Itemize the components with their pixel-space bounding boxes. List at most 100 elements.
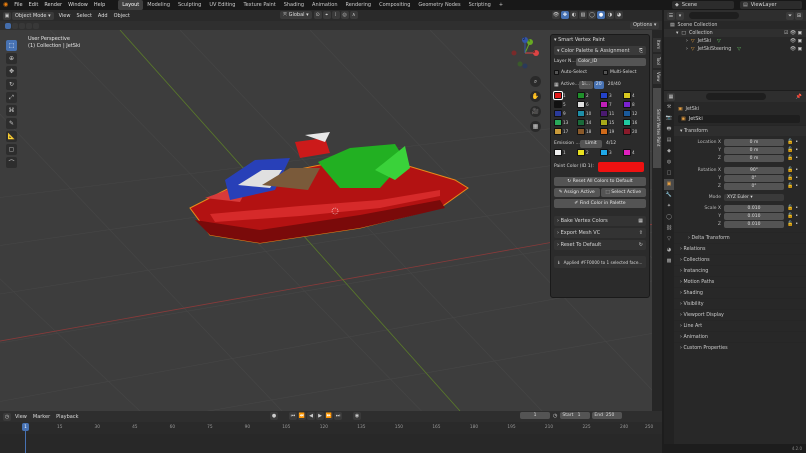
jump-start-icon[interactable]: ⏮ bbox=[289, 412, 297, 420]
pivot-icon[interactable]: ⊙ bbox=[313, 11, 322, 19]
next-keyframe-icon[interactable]: ⏩ bbox=[325, 412, 333, 420]
palette-swatch-5[interactable]: 5 bbox=[554, 101, 577, 108]
active-count-button[interactable]: 20 bbox=[593, 80, 604, 89]
keyframe-icon[interactable]: • bbox=[795, 183, 798, 189]
lock-icon[interactable]: 🔓 bbox=[787, 213, 793, 219]
palette-swatch-10[interactable]: 10 bbox=[577, 110, 600, 117]
properties-search-input[interactable] bbox=[706, 93, 766, 100]
modifier-tab-icon[interactable]: 🔧 bbox=[664, 190, 674, 201]
camera-view-icon[interactable]: 🎥 bbox=[530, 106, 541, 117]
palette-swatch-1[interactable]: 1 bbox=[553, 91, 577, 100]
emission-swatch-4[interactable]: 4 bbox=[623, 149, 646, 156]
tool-tab-icon[interactable]: ⚒ bbox=[664, 102, 674, 113]
keyframe-icon[interactable]: • bbox=[795, 167, 798, 173]
pin-icon[interactable]: 📌 bbox=[796, 94, 802, 100]
tab-rendering[interactable]: Rendering bbox=[342, 0, 376, 10]
extra-tool-icon[interactable]: ⌒ bbox=[6, 157, 17, 168]
location-z-field[interactable]: 0 m bbox=[724, 154, 784, 162]
constraints-tab-icon[interactable]: ⛓ bbox=[664, 223, 674, 234]
emission-swatch-2[interactable]: 2 bbox=[577, 149, 600, 156]
start-frame-field[interactable]: Start 1 bbox=[560, 412, 591, 419]
options-dropdown[interactable]: Options ▾ bbox=[630, 22, 660, 29]
visibility-icon[interactable]: 👁 bbox=[552, 11, 560, 19]
prev-keyframe-icon[interactable]: ⏪ bbox=[298, 412, 306, 420]
zoom-icon[interactable]: ⌕ bbox=[530, 76, 541, 87]
data-tab-icon[interactable]: ▽ bbox=[664, 234, 674, 245]
select-subtract-icon[interactable] bbox=[19, 22, 25, 29]
rotation-x-field[interactable]: 90° bbox=[724, 166, 784, 174]
keyframe-icon[interactable]: • bbox=[795, 221, 798, 227]
new-collection-icon[interactable]: ⊞ bbox=[795, 11, 803, 20]
palette-swatch-15[interactable]: 15 bbox=[600, 119, 623, 126]
scene-selector[interactable]: ◆ Scene bbox=[672, 1, 734, 9]
timeline-menu-marker[interactable]: Marker bbox=[30, 412, 53, 422]
emission-swatch-3[interactable]: 3 bbox=[600, 149, 623, 156]
tab-texture-paint[interactable]: Texture Paint bbox=[239, 0, 279, 10]
tab-tool[interactable]: Tool bbox=[653, 54, 661, 68]
bake-subpanel-header[interactable]: › Bake Vertex Colors ▦ bbox=[554, 216, 646, 226]
tab-uv-editing[interactable]: UV Editing bbox=[205, 0, 239, 10]
keyframe-icon[interactable]: • bbox=[795, 139, 798, 145]
texture-tab-icon[interactable]: ▩ bbox=[664, 256, 674, 267]
refresh-icon[interactable]: ↻ bbox=[639, 242, 643, 248]
palette-subpanel-header[interactable]: ▾ Color Palette & Assignment ⎘ bbox=[554, 46, 646, 55]
select-tool-icon[interactable]: ⬚ bbox=[6, 40, 17, 51]
material-tab-icon[interactable]: ◕ bbox=[664, 245, 674, 256]
scale-y-field[interactable]: 0.010 bbox=[724, 212, 784, 220]
outliner-collection[interactable]: ▾ □ Collection ☑ 👁 ▣ bbox=[664, 29, 806, 37]
shading-rendered-icon[interactable]: ◕ bbox=[615, 11, 623, 19]
viewport-menu-add[interactable]: Add bbox=[95, 11, 111, 21]
lock-icon[interactable]: 🔓 bbox=[787, 147, 793, 153]
tab-view[interactable]: View bbox=[653, 70, 661, 84]
palette-swatch-4[interactable]: 4 bbox=[623, 92, 646, 99]
paint-color-swatch[interactable] bbox=[598, 161, 644, 172]
visibility-eye-icon[interactable]: 👁 ▣ bbox=[790, 39, 802, 44]
outliner-search-input[interactable] bbox=[689, 12, 739, 19]
layer-name-field[interactable]: Color_ID bbox=[576, 57, 646, 66]
location-x-field[interactable]: 0 m bbox=[724, 138, 784, 146]
palette-swatch-8[interactable]: 8 bbox=[623, 101, 646, 108]
palette-swatch-16[interactable]: 16 bbox=[623, 119, 646, 126]
timeline-type-icon[interactable]: ◷ bbox=[3, 412, 11, 421]
reset-subpanel-header[interactable]: › Reset To Default ↻ bbox=[554, 240, 646, 250]
select-active-button[interactable]: ⬚ Select Active bbox=[600, 188, 646, 197]
scale-z-field[interactable]: 0.010 bbox=[724, 220, 784, 228]
tab-scripting[interactable]: Scripting bbox=[465, 0, 495, 10]
outliner-type-icon[interactable]: ☰ bbox=[667, 11, 675, 20]
timeline-menu-playback[interactable]: Playback bbox=[53, 412, 81, 422]
snap-settings-icon[interactable]: ⁞ bbox=[331, 11, 340, 19]
viewport-menu-select[interactable]: Select bbox=[73, 11, 94, 21]
assign-active-button[interactable]: ✎ Assign Active bbox=[554, 188, 600, 197]
menu-file[interactable]: File bbox=[11, 0, 25, 10]
view-layer-selector[interactable]: ▤ ViewLayer bbox=[740, 1, 802, 9]
section-shading[interactable]: › Shading bbox=[674, 287, 806, 298]
viewport-menu-view[interactable]: View bbox=[56, 11, 74, 21]
section-motion-paths[interactable]: › Motion Paths bbox=[674, 276, 806, 287]
keying-icon[interactable]: ◉ bbox=[353, 412, 361, 420]
render-tab-icon[interactable]: 📷 bbox=[664, 113, 674, 124]
perspective-toggle-icon[interactable]: ▦ bbox=[530, 121, 541, 132]
mode-dropdown[interactable]: Object Mode ▾ bbox=[12, 11, 54, 20]
palette-swatch-7[interactable]: 7 bbox=[600, 101, 623, 108]
location-y-field[interactable]: 0 m bbox=[724, 146, 784, 154]
palette-swatch-17[interactable]: 17 bbox=[554, 128, 577, 135]
annotate-tool-icon[interactable]: ✎ bbox=[6, 118, 17, 129]
transform-section-header[interactable]: ▾ Transform bbox=[674, 125, 806, 136]
physics-tab-icon[interactable]: ◯ bbox=[664, 212, 674, 223]
multi-select-checkbox[interactable] bbox=[603, 70, 608, 75]
scale-tool-icon[interactable]: ⤢ bbox=[6, 92, 17, 103]
tab-layout[interactable]: Layout bbox=[118, 0, 144, 10]
transform-tool-icon[interactable]: ⌘ bbox=[6, 105, 17, 116]
lock-icon[interactable]: 🔓 bbox=[787, 167, 793, 173]
find-color-button[interactable]: ✐ Find Color in Palette bbox=[554, 199, 646, 208]
timeline-ruler[interactable]: 1 15 30 45 60 75 90 105 120 135 150 165 180 195 210 225… bbox=[0, 422, 662, 434]
palette-swatch-19[interactable]: 19 bbox=[600, 128, 623, 135]
blender-logo-icon[interactable]: ◉ bbox=[0, 0, 11, 10]
keyframe-icon[interactable]: • bbox=[795, 205, 798, 211]
copy-icon[interactable]: ⎘ bbox=[639, 48, 643, 54]
snap-icon[interactable]: ⌖ bbox=[322, 11, 331, 19]
lock-icon[interactable]: 🔓 bbox=[787, 139, 793, 145]
palette-swatch-11[interactable]: 11 bbox=[600, 110, 623, 117]
navigation-gizmo[interactable] bbox=[508, 36, 542, 70]
section-visibility[interactable]: › Visibility bbox=[674, 298, 806, 309]
